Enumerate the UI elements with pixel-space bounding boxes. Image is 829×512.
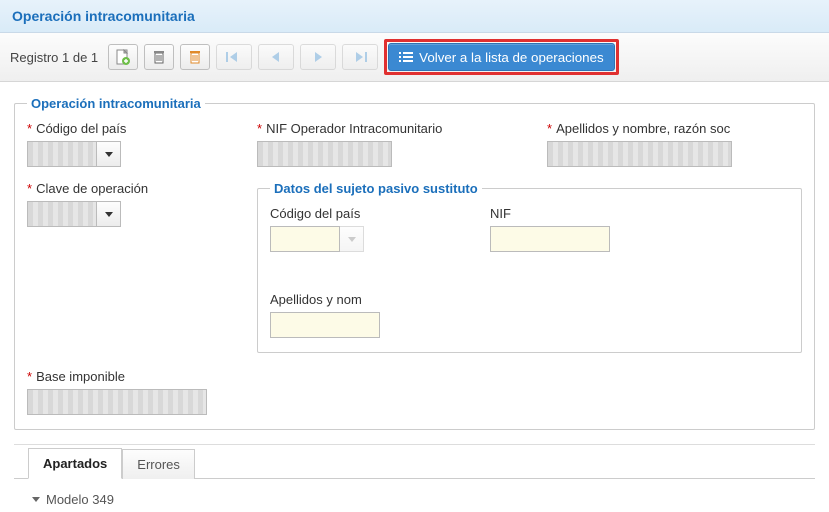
trash-orange-icon [188, 49, 202, 65]
required-marker: * [27, 121, 32, 136]
page-header: Operación intracomunitaria [0, 0, 829, 33]
caret-down-icon [105, 212, 113, 217]
nav-first-button[interactable] [216, 44, 252, 70]
toolbar: Registro 1 de 1 Volver a la lista de ope… [0, 33, 829, 82]
nav-last-button[interactable] [342, 44, 378, 70]
codigo-pais-input[interactable] [27, 141, 97, 167]
sust-codigo-pais-input [270, 226, 340, 252]
clave-operacion-input[interactable] [27, 201, 97, 227]
delete-warn-button[interactable] [180, 44, 210, 70]
tab-apartados[interactable]: Apartados [28, 448, 122, 479]
delete-button[interactable] [144, 44, 174, 70]
apellidos-input[interactable] [547, 141, 732, 167]
label-nif-operador: NIF Operador Intracomunitario [266, 121, 442, 136]
required-marker: * [257, 121, 262, 136]
last-icon [351, 51, 369, 63]
label-codigo-pais: Código del país [36, 121, 126, 136]
next-icon [311, 51, 325, 63]
fieldset-sustituto: Datos del sujeto pasivo sustituto Código… [257, 181, 802, 353]
volver-lista-button[interactable]: Volver a la lista de operaciones [388, 43, 615, 71]
label-base-imponible: Base imponible [36, 369, 125, 384]
volver-label: Volver a la lista de operaciones [419, 50, 604, 65]
label-sust-codigo-pais: Código del país [270, 206, 360, 221]
label-clave-operacion: Clave de operación [36, 181, 148, 196]
sust-codigo-pais-dropdown [340, 226, 364, 252]
sust-apellidos-input [270, 312, 380, 338]
prev-icon [269, 51, 283, 63]
fieldset-sustituto-legend: Datos del sujeto pasivo sustituto [270, 181, 482, 196]
bottom-panel: Apartados Errores Modelo 349 1. Declaran… [14, 444, 815, 512]
tree-root-label: Modelo 349 [46, 492, 114, 507]
page-plus-icon [116, 49, 130, 65]
caret-down-icon [32, 497, 40, 502]
record-indicator: Registro 1 de 1 [10, 50, 98, 65]
label-sust-nif: NIF [490, 206, 511, 221]
tabstrip: Apartados Errores [14, 445, 815, 479]
tab-errores[interactable]: Errores [122, 449, 195, 479]
required-marker: * [27, 369, 32, 384]
required-marker: * [547, 121, 552, 136]
nav-prev-button[interactable] [258, 44, 294, 70]
caret-down-icon [348, 237, 356, 242]
label-sust-apellidos: Apellidos y nom [270, 292, 362, 307]
first-icon [225, 51, 243, 63]
fieldset-operacion-legend: Operación intracomunitaria [27, 96, 205, 111]
required-marker: * [27, 181, 32, 196]
nav-next-button[interactable] [300, 44, 336, 70]
volver-highlight: Volver a la lista de operaciones [384, 39, 619, 75]
trash-icon [152, 49, 166, 65]
nif-operador-input[interactable] [257, 141, 392, 167]
new-record-button[interactable] [108, 44, 138, 70]
list-icon [399, 51, 413, 63]
tree-view: Modelo 349 1. Declarante y resumen de la… [14, 479, 815, 512]
label-apellidos: Apellidos y nombre, razón soc [556, 121, 730, 136]
caret-down-icon [105, 152, 113, 157]
base-imponible-input[interactable] [27, 389, 207, 415]
clave-operacion-dropdown[interactable] [97, 201, 121, 227]
page-title: Operación intracomunitaria [12, 8, 817, 24]
fieldset-operacion: Operación intracomunitaria * Código del p… [14, 96, 815, 430]
sust-nif-input [490, 226, 610, 252]
tree-root-modelo349[interactable]: Modelo 349 [32, 489, 797, 510]
codigo-pais-dropdown[interactable] [97, 141, 121, 167]
